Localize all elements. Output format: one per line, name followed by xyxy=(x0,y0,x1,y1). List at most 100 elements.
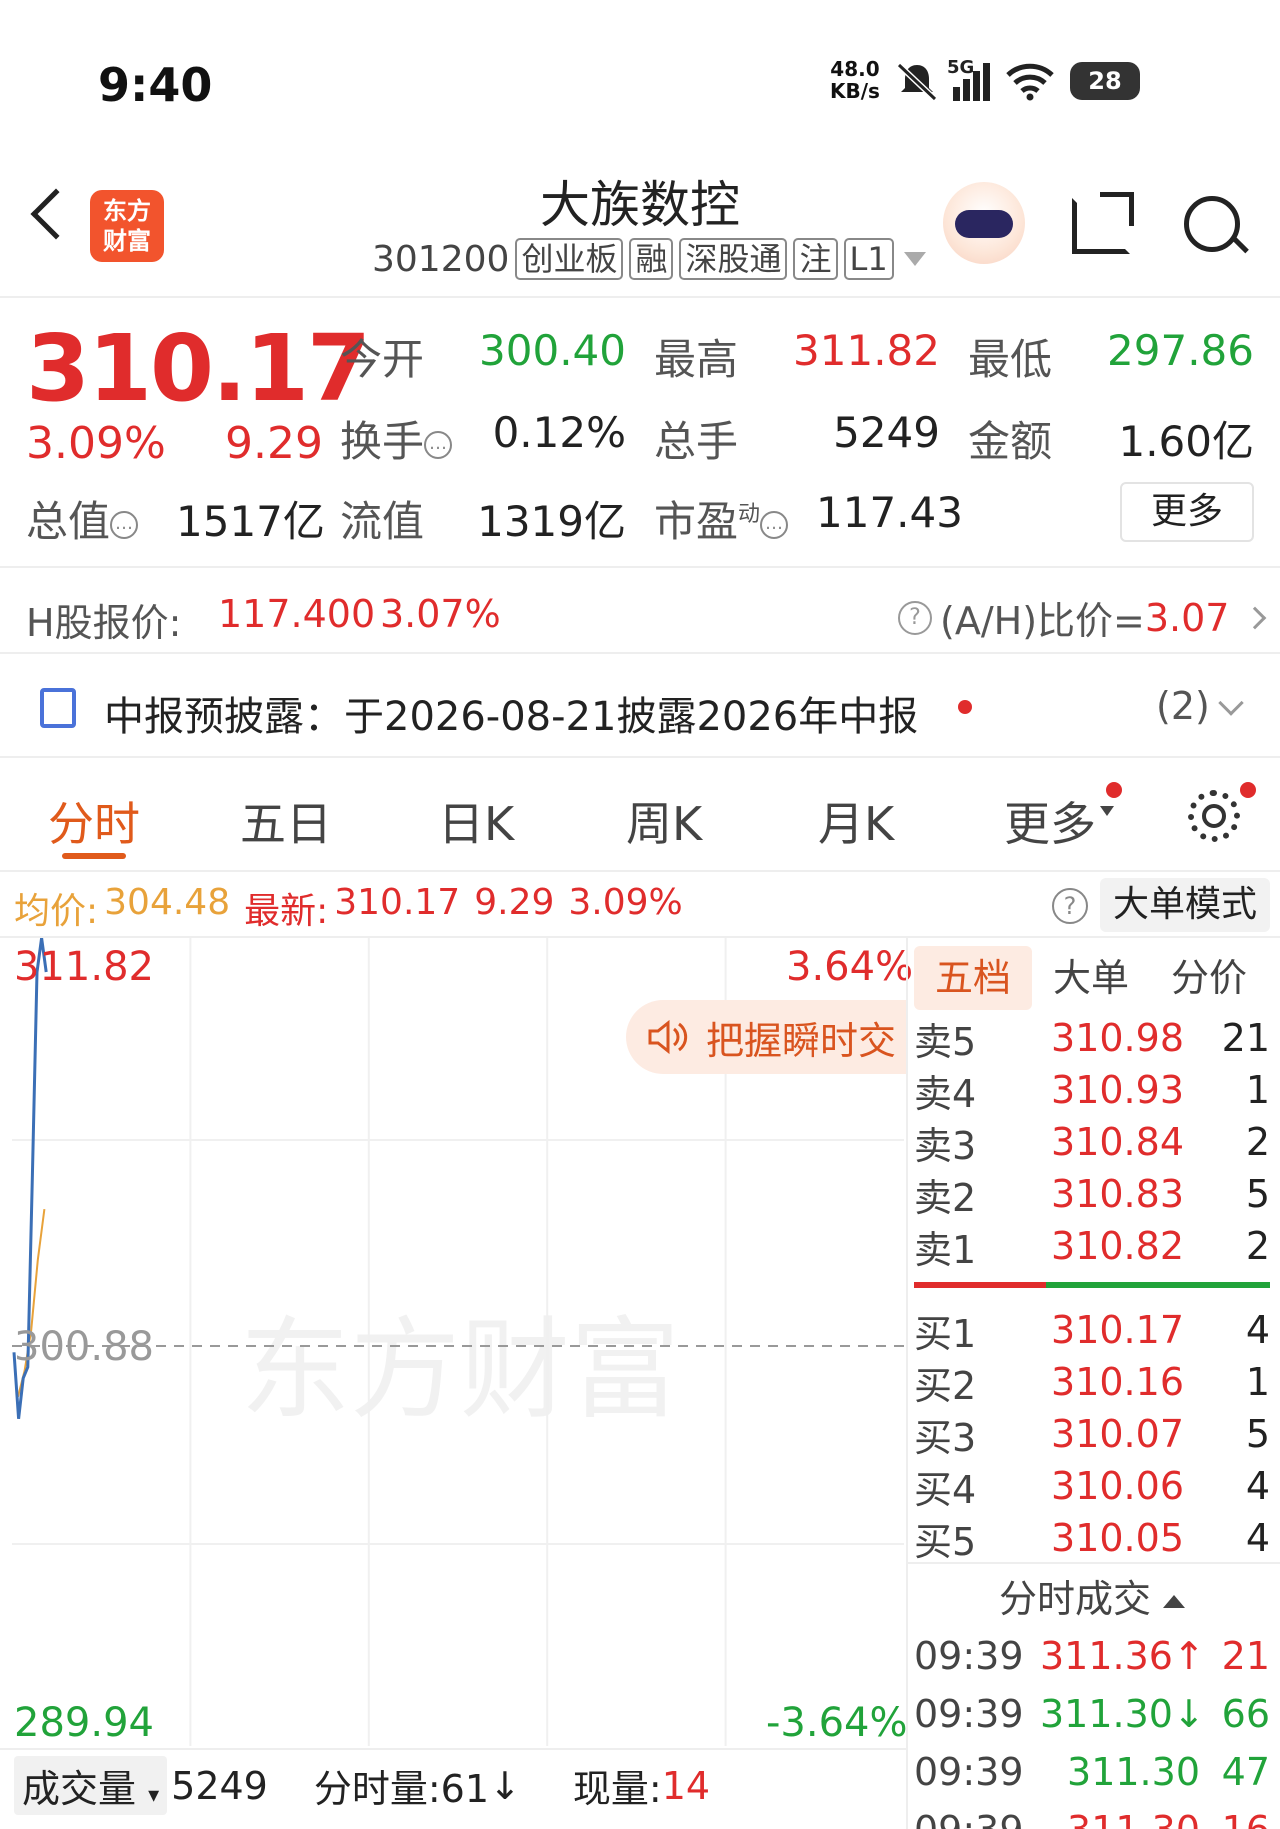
divider xyxy=(0,652,1280,654)
sell-level-row[interactable]: 卖1 310.82 2 xyxy=(914,1220,1270,1272)
signal-label: 5G xyxy=(947,57,975,78)
buy-level-row[interactable]: 买3 310.07 5 xyxy=(914,1408,1270,1460)
sell-level-vol: 5 xyxy=(1245,1172,1270,1216)
sell-level-label: 卖4 xyxy=(914,1071,977,1116)
volume-selector-label: 成交量 xyxy=(22,1767,137,1811)
volume-total: 5249 xyxy=(171,1763,268,1808)
down-arrow-icon: ↓ xyxy=(489,1763,521,1808)
document-icon xyxy=(40,688,76,728)
buy-level-row[interactable]: 买5 310.05 4 xyxy=(914,1512,1270,1564)
tab-five-day[interactable]: 五日 xyxy=(240,788,332,854)
notice-dot xyxy=(958,700,972,714)
y-axis-low: 289.94 xyxy=(14,1700,154,1746)
wifi-icon xyxy=(1006,63,1054,101)
tab-monthly-k[interactable]: 月K xyxy=(818,788,894,854)
buy-level-price: 310.17 xyxy=(1051,1308,1184,1352)
divider xyxy=(906,1562,1280,1564)
tick-time: 09:39 xyxy=(914,1750,1024,1794)
float-cap-label: 流值 xyxy=(340,497,425,546)
tab-intraday[interactable]: 分时 xyxy=(48,788,140,854)
tick-vol: 21 xyxy=(1221,1634,1270,1678)
tab-price-dist[interactable]: 分价 xyxy=(1150,946,1268,1010)
split-bar-red xyxy=(914,1282,1046,1288)
buy-level-price: 310.16 xyxy=(1051,1360,1184,1404)
big-order-mode-button[interactable]: 大单模式 xyxy=(1100,878,1270,932)
avg-value: 304.48 xyxy=(104,882,231,923)
volume-selector[interactable]: 成交量 ▾ xyxy=(14,1756,168,1815)
divider xyxy=(0,296,1280,298)
tab-big-orders[interactable]: 大单 xyxy=(1032,946,1150,1010)
tick-price: 311.30↓ xyxy=(1040,1692,1205,1736)
h-share-pct: 3.07% xyxy=(380,592,501,636)
caret-up-icon xyxy=(1163,1595,1186,1608)
total-cap-value: 1517亿 xyxy=(176,497,325,546)
tick-vol: 47 xyxy=(1221,1750,1270,1794)
tag-margin: 融 xyxy=(629,238,674,280)
ticks-title[interactable]: 分时成交 xyxy=(914,1568,1270,1623)
ah-ratio-value: 3.07 xyxy=(1144,595,1230,640)
sell-level-price: 310.84 xyxy=(1051,1120,1184,1164)
tick-row: 09:39 311.30↓ 66 xyxy=(914,1686,1270,1742)
current-volume-value: 14 xyxy=(661,1763,711,1808)
sell-level-row[interactable]: 卖2 310.83 5 xyxy=(914,1168,1270,1220)
divider xyxy=(0,756,1280,758)
volume-label: 总手 xyxy=(654,417,739,466)
tick-row: 09:39 311.36↑ 21 xyxy=(914,1628,1270,1684)
tick-row: 09:39311.3016 xyxy=(914,1802,1270,1829)
notice-count[interactable]: (2) xyxy=(1156,684,1210,728)
amount-label: 金额 xyxy=(968,417,1053,466)
ah-ratio[interactable]: ? (A/H)比价= 3.07 xyxy=(898,590,1267,645)
buy-level-row[interactable]: 买2 310.16 1 xyxy=(914,1356,1270,1408)
tab-five-levels[interactable]: 五档 xyxy=(914,946,1032,1010)
help-icon: ? xyxy=(898,600,932,635)
caret-down-icon xyxy=(1100,806,1114,816)
change-value: 9.29 xyxy=(225,418,323,469)
more-button[interactable]: 更多 xyxy=(1120,482,1254,542)
y-axis-high-pct: 3.64% xyxy=(786,944,914,990)
speaker-icon xyxy=(648,1019,688,1055)
divider xyxy=(0,870,1280,872)
net-speed: 48.0 KB/s xyxy=(830,58,880,102)
info-icon[interactable]: … xyxy=(110,510,139,539)
tab-daily-k[interactable]: 日K xyxy=(438,788,514,854)
chevron-down-icon[interactable] xyxy=(1218,690,1244,716)
info-icon[interactable]: … xyxy=(760,510,789,539)
latest-price: 310.17 xyxy=(334,882,461,923)
info-icon[interactable]: … xyxy=(424,430,453,459)
sell-level-row[interactable]: 卖3 310.84 2 xyxy=(914,1116,1270,1168)
latest-label: 最新: xyxy=(244,891,329,932)
status-time: 9:40 xyxy=(98,58,213,112)
turnover-label-text: 换手 xyxy=(340,417,425,466)
buy-level-vol: 4 xyxy=(1245,1516,1270,1560)
tab-weekly-k[interactable]: 周K xyxy=(626,788,702,854)
current-price: 310.17 xyxy=(26,315,371,422)
notice-text[interactable]: 中报预披露：于2026-08-21披露2026年中报 xyxy=(104,684,918,742)
sell-level-row[interactable]: 卖4 310.93 1 xyxy=(914,1064,1270,1116)
dropdown-caret-icon[interactable] xyxy=(903,252,926,266)
avg-label: 均价: xyxy=(14,891,99,932)
buy-level-row[interactable]: 买1 310.17 4 xyxy=(914,1304,1270,1356)
signal-icon: 5G xyxy=(947,57,990,101)
buy-level-price: 310.05 xyxy=(1051,1516,1184,1560)
sell-level-price: 310.82 xyxy=(1051,1224,1184,1268)
sell-level-row[interactable]: 卖5 310.98 21 xyxy=(914,1012,1270,1064)
gear-center xyxy=(1202,804,1226,828)
y-axis-mid: 300.88 xyxy=(14,1324,154,1370)
sell-level-vol: 2 xyxy=(1245,1224,1270,1268)
buy-level-label: 买1 xyxy=(914,1311,977,1356)
sell-level-price: 310.83 xyxy=(1051,1172,1184,1216)
h-share-label: H股报价: xyxy=(26,601,182,645)
buy-level-row[interactable]: 买4 310.06 4 xyxy=(914,1460,1270,1512)
tick-price: 311.36↑ xyxy=(1040,1634,1205,1678)
tab-more[interactable]: 更多 xyxy=(1004,788,1096,854)
battery-icon: 28 xyxy=(1070,62,1140,100)
tick-row: 09:39 311.30 47 xyxy=(914,1744,1270,1800)
h-share-price: 117.400 xyxy=(218,592,376,636)
pe-label: 市盈动… xyxy=(654,488,789,549)
order-book-tabs: 五档 大单 分价 xyxy=(914,946,1268,1010)
help-icon[interactable]: ? xyxy=(1052,888,1088,924)
stock-meta[interactable]: 301200 创业板 融 深股通 注 L1 xyxy=(372,238,926,280)
chevron-right-icon xyxy=(1244,606,1267,629)
grasp-moment-button[interactable]: 把握瞬时交 xyxy=(626,1000,906,1074)
search-icon[interactable] xyxy=(1184,196,1240,252)
